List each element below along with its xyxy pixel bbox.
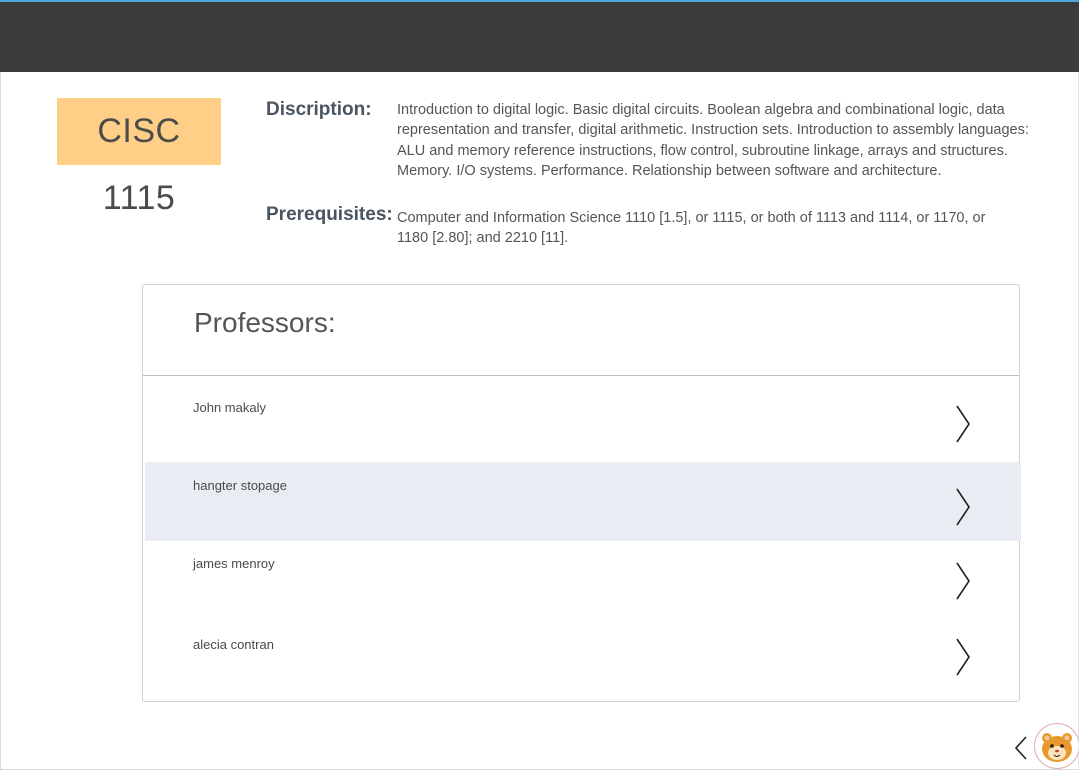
course-code-badge: CISC 1115	[57, 98, 221, 217]
chevron-right-icon[interactable]	[955, 638, 971, 676]
professor-row-hangter-stopage[interactable]: hangter stopage	[145, 462, 1021, 541]
professor-name: alecia contran	[193, 637, 274, 652]
description-text: Introduction to digital logic. Basic dig…	[397, 102, 1029, 180]
professor-name: hangter stopage	[193, 478, 287, 493]
professor-name: John makaly	[193, 400, 266, 415]
prerequisites-label: Prerequisites:	[266, 204, 393, 225]
professors-card: Professors: John makaly hangter stopage …	[142, 284, 1021, 702]
professor-row-john-makaly[interactable]: John makaly	[145, 377, 1021, 455]
chevron-right-icon[interactable]	[955, 562, 971, 600]
top-navigation-bar	[0, 0, 1079, 72]
chevron-right-icon[interactable]	[955, 488, 971, 526]
professor-name: james menroy	[193, 556, 275, 571]
professor-row-alecia-contran[interactable]: alecia contran	[145, 619, 1021, 699]
professors-header: Professors:	[143, 285, 1019, 376]
prerequisites-text: Computer and Information Science 1110 [1…	[397, 210, 986, 247]
chevron-right-icon[interactable]	[955, 405, 971, 443]
professor-row-james-menroy[interactable]: james menroy	[145, 541, 1021, 619]
hamster-avatar-icon[interactable]	[1034, 723, 1079, 769]
professors-title: Professors:	[194, 307, 336, 338]
chevron-left-icon[interactable]	[1014, 736, 1028, 760]
description-label: Discription:	[266, 99, 372, 120]
